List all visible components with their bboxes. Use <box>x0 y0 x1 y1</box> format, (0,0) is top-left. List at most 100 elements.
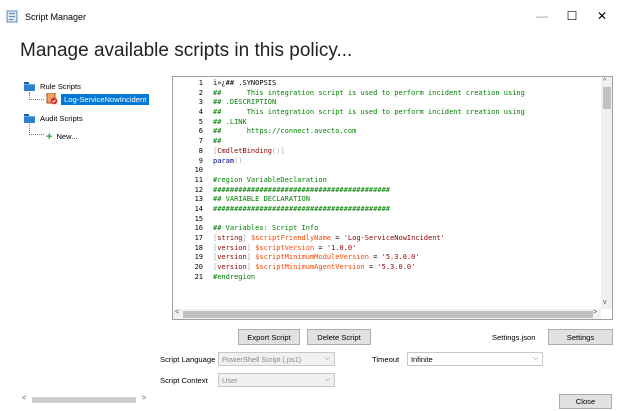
code-line[interactable]: 12 ######################################… <box>173 186 601 196</box>
export-script-button[interactable]: Export Script <box>238 329 300 345</box>
window-title: Script Manager <box>25 12 87 22</box>
scroll-down-icon[interactable]: v <box>603 299 607 306</box>
code-text: ## <box>213 137 222 146</box>
timeout-select[interactable]: Infinite ⌵ <box>407 352 543 366</box>
scroll-left-icon[interactable]: < <box>22 395 26 402</box>
line-number: 11 <box>194 175 203 184</box>
line-number: 15 <box>194 214 203 223</box>
vertical-scrollbar[interactable] <box>601 77 612 309</box>
tree-connector <box>29 92 44 100</box>
scroll-right-icon[interactable]: > <box>142 395 146 402</box>
tree-node-rule-scripts[interactable]: Rule Scripts <box>24 82 81 91</box>
settings-file-label: Settings.json <box>492 333 536 342</box>
code-text: [CmdletBinding()] <box>213 146 285 155</box>
script-language-select: PowerShell Script (.ps1) ⌵ <box>218 352 335 366</box>
code-text: ## .LINK <box>213 117 247 126</box>
code-line[interactable]: 16 ## Variables: Script Info <box>173 224 601 234</box>
code-line[interactable]: 9 param() <box>173 157 601 167</box>
close-window-button[interactable]: ✕ <box>587 4 617 28</box>
code-editor[interactable]: 1 ï»¿## .SYNOPSIS 2 ## This integration scr… <box>172 76 613 320</box>
code-text: #endregion <box>213 272 256 281</box>
tree-label: New... <box>56 132 78 141</box>
line-number: 6 <box>198 127 203 136</box>
script-context-label: Script Context <box>160 376 208 385</box>
line-number: 7 <box>198 137 203 146</box>
code-line[interactable]: 7 ## <box>173 137 601 147</box>
code-text: ########################################… <box>213 204 391 213</box>
code-line[interactable]: 10 <box>173 166 601 176</box>
code-text: [version] $scriptVersion = '1.0.0' <box>213 243 357 252</box>
select-value: Infinite <box>411 354 433 364</box>
settings-button[interactable]: Settings <box>548 329 613 345</box>
script-tree[interactable]: Rule Scripts Log-ServiceNowIncident Audi… <box>20 76 160 406</box>
tree-label: Audit Scripts <box>40 114 83 123</box>
code-line[interactable]: 19 [version] $scriptMinimumModuleVersion … <box>173 253 601 263</box>
chevron-down-icon: ⌵ <box>324 355 330 362</box>
code-line[interactable]: 13 ## VARIABLE DECLARATION <box>173 195 601 205</box>
tree-horizontal-scrollbar[interactable]: < > <box>20 395 150 405</box>
code-text: ## https://connect.avecto.com <box>213 127 357 136</box>
timeout-label: Timeout <box>372 355 400 364</box>
select-value: User <box>222 375 238 385</box>
add-icon: + <box>46 130 53 143</box>
tree-connector <box>29 124 44 135</box>
code-line[interactable]: 14 ######################################… <box>173 205 601 215</box>
line-number: 20 <box>194 263 203 272</box>
script-context-select: User ⌵ <box>218 373 335 387</box>
code-line[interactable]: 15 <box>173 215 601 225</box>
code-line[interactable]: 5 ## .LINK <box>173 118 601 128</box>
chevron-down-icon: ⌵ <box>532 355 538 362</box>
code-line[interactable]: 18 [version] $scriptVersion = '1.0.0' <box>173 244 601 254</box>
code-line[interactable]: 1 ï»¿## .SYNOPSIS <box>173 79 601 89</box>
code-text: ########################################… <box>213 185 391 194</box>
tree-scroll-thumb[interactable] <box>32 397 136 403</box>
code-text: param() <box>213 156 243 165</box>
code-text: ï»¿## .SYNOPSIS <box>213 79 277 87</box>
code-line[interactable]: 2 ## This integration script is used to p… <box>173 89 601 99</box>
code-line[interactable]: 6 ## https://connect.avecto.com <box>173 127 601 137</box>
line-number: 5 <box>198 117 203 126</box>
line-number: 2 <box>198 88 203 97</box>
line-number: 4 <box>198 108 203 117</box>
code-text: [version] $scriptMinimumModuleVersion = … <box>213 253 420 262</box>
code-line[interactable]: 4 ## This integration script is used to p… <box>173 108 601 118</box>
close-button[interactable]: Close <box>559 394 612 409</box>
app-icon <box>6 10 18 23</box>
select-value: PowerShell Script (.ps1) <box>222 354 302 364</box>
line-number: 19 <box>194 253 203 262</box>
code-line[interactable]: 11 #region VariableDeclaration <box>173 176 601 186</box>
code-text: #region VariableDeclaration <box>213 175 327 184</box>
folder-icon <box>24 114 35 123</box>
tree-node-audit-scripts[interactable]: Audit Scripts <box>24 114 83 123</box>
code-text: ## This integration script is used to pe… <box>213 88 525 97</box>
page-title: Manage available scripts in this policy.… <box>20 40 353 61</box>
script-language-label: Script Language <box>160 355 216 364</box>
line-number: 17 <box>194 234 203 242</box>
scroll-left-icon[interactable]: < <box>175 309 179 316</box>
line-number: 21 <box>194 272 203 281</box>
tree-label-selected: Log-ServiceNowIncident <box>61 93 150 105</box>
tree-node-script[interactable]: Log-ServiceNowIncident <box>46 93 150 105</box>
maximize-button[interactable]: ☐ <box>557 4 587 28</box>
line-number: 13 <box>194 195 203 204</box>
code-text: ## VARIABLE DECLARATION <box>213 195 310 204</box>
horizontal-scroll-thumb[interactable] <box>183 311 593 318</box>
code-line[interactable]: 20 [version] $scriptMinimumAgentVersion =… <box>173 263 601 273</box>
code-line[interactable]: 8 [CmdletBinding()] <box>173 147 601 157</box>
scroll-up-icon[interactable]: ^ <box>603 78 606 85</box>
code-line[interactable]: 3 ## .DESCRIPTION <box>173 98 601 108</box>
delete-script-button[interactable]: Delete Script <box>307 329 371 345</box>
code-line[interactable]: 21 #endregion <box>173 273 601 283</box>
code-lines[interactable]: 1 ï»¿## .SYNOPSIS 2 ## This integration scr… <box>173 79 601 282</box>
scroll-right-icon[interactable]: > <box>593 309 597 316</box>
code-text: [string] $scriptFriendlyName = 'Log-Serv… <box>213 234 445 242</box>
vertical-scroll-thumb[interactable] <box>603 87 611 109</box>
line-number: 14 <box>194 204 203 213</box>
code-line[interactable]: 17 [string] $scriptFriendlyName = 'Log-Se… <box>173 234 601 244</box>
code-text: ## Variables: Script Info <box>213 224 319 233</box>
line-number: 10 <box>194 166 203 175</box>
tree-label: Rule Scripts <box>40 82 81 91</box>
chevron-down-icon: ⌵ <box>324 376 330 383</box>
tree-node-new[interactable]: + New... <box>46 130 78 143</box>
minimize-button[interactable]: — <box>527 4 557 28</box>
